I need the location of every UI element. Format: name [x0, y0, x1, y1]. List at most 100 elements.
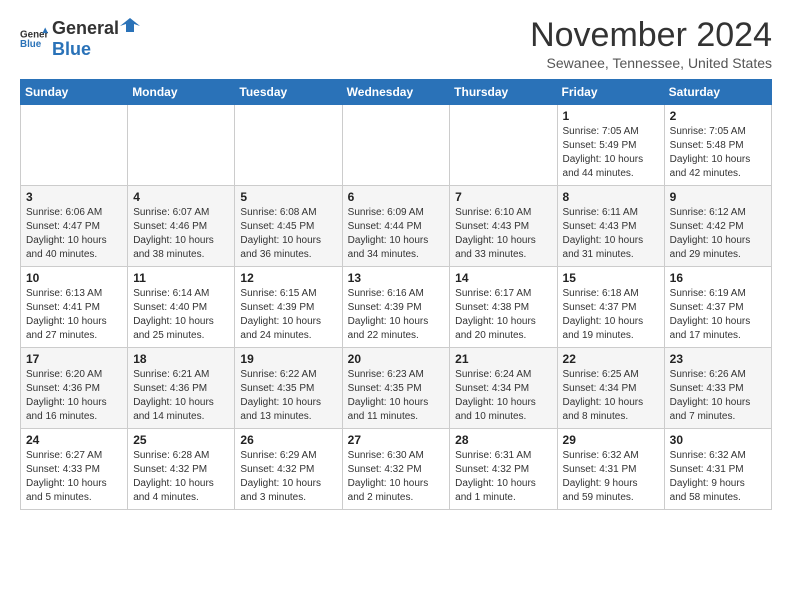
day-info: Sunrise: 6:13 AM Sunset: 4:41 PM Dayligh…	[26, 287, 122, 343]
location: Sewanee, Tennessee, United States	[530, 55, 772, 71]
day-number: 23	[670, 352, 766, 366]
day-info: Sunrise: 6:08 AM Sunset: 4:45 PM Dayligh…	[240, 206, 336, 262]
calendar-cell: 22Sunrise: 6:25 AM Sunset: 4:34 PM Dayli…	[557, 348, 664, 429]
calendar-cell: 18 Sunrise: 6:21 AM Sunset: 4:36 PM Dayli…	[128, 348, 235, 429]
logo-blue-text: Blue	[52, 39, 141, 60]
calendar-cell: 25 Sunrise: 6:28 AM Sunset: 4:32 PM Dayli…	[128, 429, 235, 510]
calendar-cell: 5 Sunrise: 6:08 AM Sunset: 4:45 PM Daylig…	[235, 186, 342, 267]
day-info: Sunrise: 6:09 AM Sunset: 4:44 PM Dayligh…	[348, 206, 445, 262]
calendar-cell	[450, 105, 557, 186]
calendar-cell: 17Sunrise: 6:20 AM Sunset: 4:36 PM Dayli…	[21, 348, 128, 429]
calendar-cell: 28 Sunrise: 6:31 AM Sunset: 4:32 PM Dayli…	[450, 429, 557, 510]
day-number: 11	[133, 271, 229, 285]
day-info: Sunrise: 6:19 AM Sunset: 4:37 PM Dayligh…	[670, 287, 766, 343]
day-of-week-friday: Friday	[557, 80, 664, 105]
day-of-week-tuesday: Tuesday	[235, 80, 342, 105]
calendar-cell: 13 Sunrise: 6:16 AM Sunset: 4:39 PM Dayli…	[342, 267, 450, 348]
calendar-cell: 8 Sunrise: 6:11 AM Sunset: 4:43 PM Daylig…	[557, 186, 664, 267]
day-of-week-sunday: Sunday	[21, 80, 128, 105]
day-of-week-thursday: Thursday	[450, 80, 557, 105]
calendar-cell	[21, 105, 128, 186]
calendar-cell: 14 Sunrise: 6:17 AM Sunset: 4:38 PM Dayli…	[450, 267, 557, 348]
day-info: Sunrise: 6:27 AM Sunset: 4:33 PM Dayligh…	[26, 449, 122, 505]
calendar-cell: 12 Sunrise: 6:15 AM Sunset: 4:39 PM Dayli…	[235, 267, 342, 348]
calendar-cell	[342, 105, 450, 186]
calendar-cell: 2 Sunrise: 7:05 AM Sunset: 5:48 PM Daylig…	[664, 105, 771, 186]
day-info: Sunrise: 6:32 AM Sunset: 4:31 PM Dayligh…	[670, 449, 766, 505]
day-number: 10	[26, 271, 122, 285]
day-info: Sunrise: 6:32 AM Sunset: 4:31 PM Dayligh…	[563, 449, 659, 505]
calendar-cell: 10 Sunrise: 6:13 AM Sunset: 4:41 PM Dayli…	[21, 267, 128, 348]
calendar-cell: 24 Sunrise: 6:27 AM Sunset: 4:33 PM Dayli…	[21, 429, 128, 510]
calendar-week-row: 24 Sunrise: 6:27 AM Sunset: 4:33 PM Dayli…	[21, 429, 772, 510]
day-info: Sunrise: 6:29 AM Sunset: 4:32 PM Dayligh…	[240, 449, 336, 505]
day-number: 3	[26, 190, 122, 204]
day-info: Sunrise: 6:07 AM Sunset: 4:46 PM Dayligh…	[133, 206, 229, 262]
day-number: 19	[240, 352, 336, 366]
day-info: Sunrise: 6:23 AM Sunset: 4:35 PM Dayligh…	[348, 368, 445, 424]
calendar-cell: 4 Sunrise: 6:07 AM Sunset: 4:46 PM Daylig…	[128, 186, 235, 267]
logo-icon: General Blue	[20, 26, 48, 50]
day-number: 20	[348, 352, 445, 366]
day-info: Sunrise: 7:05 AM Sunset: 5:49 PM Dayligh…	[563, 125, 659, 181]
calendar-cell: 16 Sunrise: 6:19 AM Sunset: 4:37 PM Dayli…	[664, 267, 771, 348]
day-number: 8	[563, 190, 659, 204]
calendar-cell: 3Sunrise: 6:06 AM Sunset: 4:47 PM Daylig…	[21, 186, 128, 267]
calendar-cell: 26 Sunrise: 6:29 AM Sunset: 4:32 PM Dayli…	[235, 429, 342, 510]
day-number: 27	[348, 433, 445, 447]
calendar-week-row: 3Sunrise: 6:06 AM Sunset: 4:47 PM Daylig…	[21, 186, 772, 267]
day-number: 6	[348, 190, 445, 204]
day-number: 25	[133, 433, 229, 447]
day-number: 28	[455, 433, 551, 447]
calendar-cell: 19 Sunrise: 6:22 AM Sunset: 4:35 PM Dayli…	[235, 348, 342, 429]
day-number: 21	[455, 352, 551, 366]
calendar-cell: 11 Sunrise: 6:14 AM Sunset: 4:40 PM Dayli…	[128, 267, 235, 348]
calendar-cell: 15 Sunrise: 6:18 AM Sunset: 4:37 PM Dayli…	[557, 267, 664, 348]
day-number: 29	[563, 433, 659, 447]
calendar-cell: 20 Sunrise: 6:23 AM Sunset: 4:35 PM Dayli…	[342, 348, 450, 429]
header: General Blue General Blue November 2024 …	[20, 16, 772, 71]
day-info: Sunrise: 7:05 AM Sunset: 5:48 PM Dayligh…	[670, 125, 766, 181]
logo-general-text: General	[52, 18, 119, 39]
day-number: 24	[26, 433, 122, 447]
day-info: Sunrise: 6:22 AM Sunset: 4:35 PM Dayligh…	[240, 368, 336, 424]
day-info: Sunrise: 6:24 AM Sunset: 4:34 PM Dayligh…	[455, 368, 551, 424]
day-number: 13	[348, 271, 445, 285]
calendar-cell: 23Sunrise: 6:26 AM Sunset: 4:33 PM Dayli…	[664, 348, 771, 429]
day-info: Sunrise: 6:17 AM Sunset: 4:38 PM Dayligh…	[455, 287, 551, 343]
day-info: Sunrise: 6:11 AM Sunset: 4:43 PM Dayligh…	[563, 206, 659, 262]
day-number: 12	[240, 271, 336, 285]
day-info: Sunrise: 6:21 AM Sunset: 4:36 PM Dayligh…	[133, 368, 229, 424]
day-number: 4	[133, 190, 229, 204]
calendar-cell	[235, 105, 342, 186]
svg-text:Blue: Blue	[20, 39, 42, 50]
day-info: Sunrise: 6:14 AM Sunset: 4:40 PM Dayligh…	[133, 287, 229, 343]
day-info: Sunrise: 6:20 AM Sunset: 4:36 PM Dayligh…	[26, 368, 122, 424]
day-number: 5	[240, 190, 336, 204]
day-number: 14	[455, 271, 551, 285]
day-number: 15	[563, 271, 659, 285]
day-info: Sunrise: 6:15 AM Sunset: 4:39 PM Dayligh…	[240, 287, 336, 343]
day-info: Sunrise: 6:16 AM Sunset: 4:39 PM Dayligh…	[348, 287, 445, 343]
day-info: Sunrise: 6:30 AM Sunset: 4:32 PM Dayligh…	[348, 449, 445, 505]
calendar-cell: 1 Sunrise: 7:05 AM Sunset: 5:49 PM Daylig…	[557, 105, 664, 186]
day-number: 26	[240, 433, 336, 447]
day-number: 18	[133, 352, 229, 366]
day-number: 16	[670, 271, 766, 285]
day-info: Sunrise: 6:25 AM Sunset: 4:34 PM Dayligh…	[563, 368, 659, 424]
day-number: 1	[563, 109, 659, 123]
day-info: Sunrise: 6:18 AM Sunset: 4:37 PM Dayligh…	[563, 287, 659, 343]
calendar-cell: 30Sunrise: 6:32 AM Sunset: 4:31 PM Dayli…	[664, 429, 771, 510]
day-info: Sunrise: 6:31 AM Sunset: 4:32 PM Dayligh…	[455, 449, 551, 505]
calendar-header-row: SundayMondayTuesdayWednesdayThursdayFrid…	[21, 80, 772, 105]
day-info: Sunrise: 6:10 AM Sunset: 4:43 PM Dayligh…	[455, 206, 551, 262]
calendar-cell: 27 Sunrise: 6:30 AM Sunset: 4:32 PM Dayli…	[342, 429, 450, 510]
day-number: 2	[670, 109, 766, 123]
day-of-week-wednesday: Wednesday	[342, 80, 450, 105]
day-info: Sunrise: 6:28 AM Sunset: 4:32 PM Dayligh…	[133, 449, 229, 505]
calendar-week-row: 10 Sunrise: 6:13 AM Sunset: 4:41 PM Dayli…	[21, 267, 772, 348]
month-title: November 2024	[530, 16, 772, 55]
logo: General Blue General Blue	[20, 16, 141, 60]
calendar-week-row: 17Sunrise: 6:20 AM Sunset: 4:36 PM Dayli…	[21, 348, 772, 429]
calendar-cell: 9Sunrise: 6:12 AM Sunset: 4:42 PM Daylig…	[664, 186, 771, 267]
